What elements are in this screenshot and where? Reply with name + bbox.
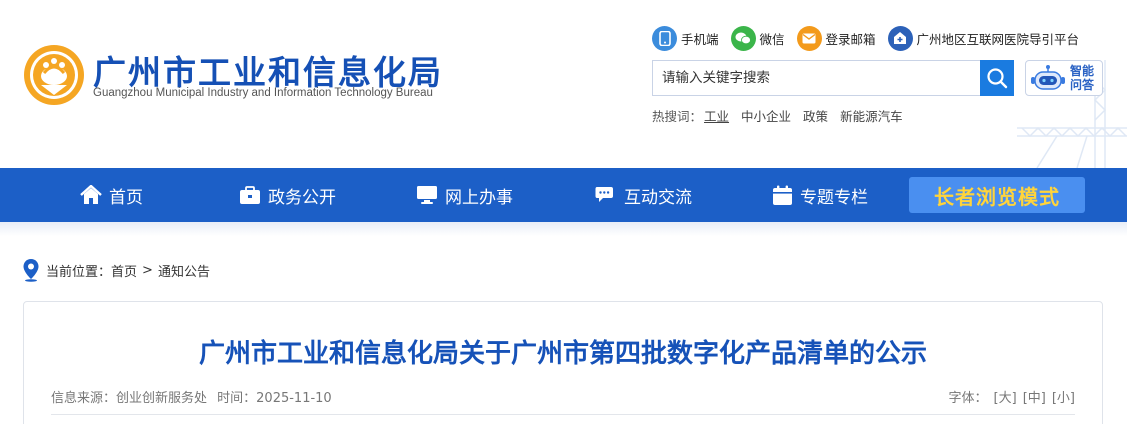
divider <box>51 414 1075 415</box>
site-header: 广州市工业和信息化局 Guangzhou Municipal Industry … <box>0 0 1127 168</box>
hot-search-label: 热搜词： <box>652 109 703 124</box>
article-time: 时间：2025-11-10 <box>217 391 332 406</box>
font-size-controls: 字体： [大] [中] [小] <box>949 387 1075 406</box>
site-subtitle: Guangzhou Municipal Industry and Informa… <box>93 87 433 99</box>
nav-label: 网上办事 <box>445 187 513 208</box>
breadcrumb-label: 当前位置： <box>46 264 112 280</box>
monitor-icon <box>416 185 438 205</box>
home-icon <box>80 185 102 205</box>
quick-links: 手机端 微信 登录邮箱 广州地区互联网医院导引平台 <box>652 25 1091 51</box>
wechat-icon <box>730 25 756 51</box>
calendar-icon <box>772 185 793 206</box>
nav-label: 首页 <box>109 187 143 208</box>
hot-word[interactable]: 中小企业 <box>741 106 791 125</box>
smart-qa-button[interactable]: 智能 问答 <box>1025 60 1103 96</box>
nav-shadow <box>0 222 1127 236</box>
quick-link-wechat[interactable]: 微信 <box>730 25 785 51</box>
quick-link-label: 广州地区互联网医院导引平台 <box>916 31 1080 47</box>
nav-label: 互动交流 <box>624 187 692 208</box>
article-meta: 信息来源：创业创新服务处 时间：2025-11-10 <box>51 387 338 406</box>
article-title: 广州市工业和信息化局关于广州市第四批数字化产品清单的公示 <box>198 339 927 369</box>
nav-item-online-service[interactable]: 网上办事 <box>416 168 513 222</box>
bureau-logo-icon <box>24 45 84 105</box>
chat-icon <box>595 185 617 205</box>
font-size-small-button[interactable]: [小] <box>1052 387 1075 406</box>
quick-link-hospital[interactable]: 广州地区互联网医院导引平台 <box>887 25 1080 51</box>
search-button[interactable] <box>980 60 1014 96</box>
nav-item-interaction[interactable]: 互动交流 <box>595 168 692 222</box>
quick-link-label: 手机端 <box>681 31 719 47</box>
font-size-large-button[interactable]: [大] <box>994 387 1017 406</box>
nav-item-special-topics[interactable]: 专题专栏 <box>772 168 868 222</box>
breadcrumb-home[interactable]: 首页 <box>111 261 137 280</box>
breadcrumb-separator: > <box>142 262 153 278</box>
search-box <box>652 60 980 96</box>
quick-link-label: 登录邮箱 <box>825 31 876 47</box>
elder-mode-button[interactable]: 长者浏览模式 <box>909 177 1085 213</box>
quick-link-label: 微信 <box>759 31 785 47</box>
quick-link-mobile[interactable]: 手机端 <box>652 25 719 51</box>
hot-word[interactable]: 工业 <box>704 106 729 125</box>
nav-item-home[interactable]: 首页 <box>80 168 143 222</box>
article-card: 广州市工业和信息化局关于广州市第四批数字化产品清单的公示 信息来源：创业创新服务… <box>23 301 1103 424</box>
breadcrumb-notices[interactable]: 通知公告 <box>158 261 210 280</box>
font-size-label: 字体： <box>948 391 988 406</box>
robot-icon <box>1031 65 1065 90</box>
nav-label: 专题专栏 <box>800 187 868 208</box>
quick-link-mail[interactable]: 登录邮箱 <box>796 25 876 51</box>
mobile-icon <box>652 25 677 51</box>
font-size-medium-button[interactable]: [中] <box>1023 387 1046 406</box>
briefcase-icon <box>239 185 261 205</box>
article-source: 信息来源：创业创新服务处 <box>51 391 208 406</box>
breadcrumb: 当前位置： 首页 > 通知公告 <box>22 258 210 282</box>
hospital-icon <box>887 25 913 51</box>
nav-item-government[interactable]: 政务公开 <box>239 168 336 222</box>
search-input[interactable] <box>653 61 980 95</box>
mail-icon <box>796 25 822 51</box>
hot-word[interactable]: 新能源汽车 <box>840 106 903 125</box>
nav-label: 政务公开 <box>268 187 336 208</box>
search-icon <box>987 68 1008 89</box>
smart-qa-label: 智能 问答 <box>1070 64 1095 92</box>
hot-search: 热搜词： 工业 中小企业 政策 新能源汽车 <box>652 106 903 125</box>
hot-word[interactable]: 政策 <box>803 106 828 125</box>
location-pin-icon <box>23 259 39 282</box>
